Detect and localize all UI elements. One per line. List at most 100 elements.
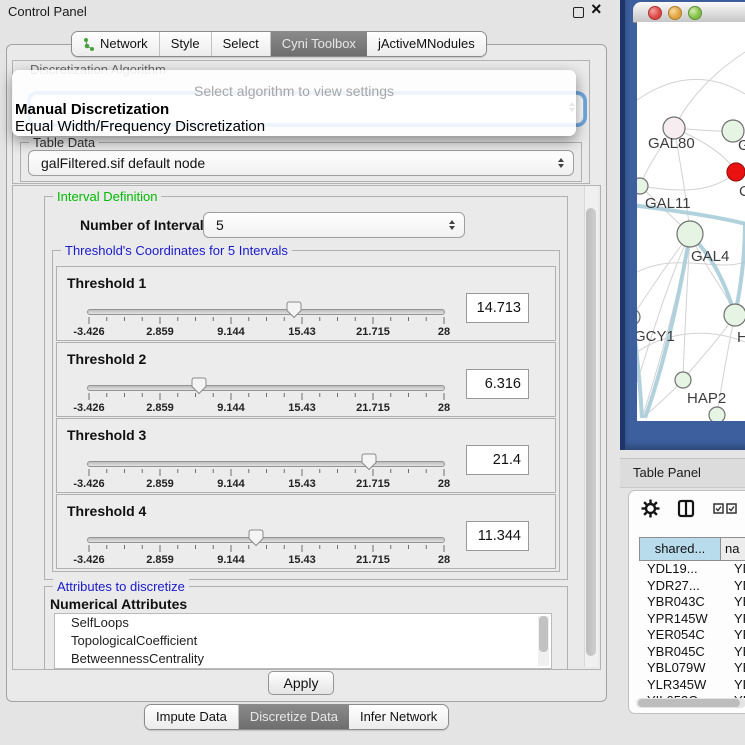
node-red-selected[interactable] bbox=[727, 163, 745, 181]
close-traffic-light[interactable] bbox=[648, 6, 662, 20]
network-view-window[interactable]: GAL80 GA GAL11 GAL4 GCY1 H HAP2 C bbox=[620, 0, 745, 450]
column-header-shared-name[interactable]: shared... bbox=[639, 537, 721, 561]
table-row[interactable]: YBR043CYBR0 bbox=[639, 594, 745, 611]
network-graph bbox=[637, 22, 745, 421]
table-cell: YER0 bbox=[734, 627, 745, 644]
threshold-1-value-field[interactable]: 14.713 bbox=[466, 293, 529, 323]
slider-ticks bbox=[87, 545, 445, 553]
table-row[interactable]: YDL19...YDL1 bbox=[639, 561, 745, 578]
slider-track[interactable] bbox=[87, 537, 445, 543]
checkbox-checked-icon[interactable] bbox=[726, 503, 737, 514]
scale-label: -3.426 bbox=[73, 554, 104, 566]
network-window-titlebar[interactable] bbox=[633, 2, 745, 23]
table-panel-title: Table Panel bbox=[633, 465, 701, 480]
table-row[interactable]: YER054CYER0 bbox=[639, 627, 745, 644]
tab-jactivemnodules[interactable]: jActiveMNodules bbox=[367, 32, 486, 56]
tab-network[interactable]: Network bbox=[72, 32, 160, 56]
table-row[interactable]: YDR27... YDR2 bbox=[639, 578, 745, 595]
threshold-4-slider[interactable]: -3.426 2.859 9.144 15.43 21.715 28 bbox=[87, 533, 445, 567]
dropdown-option-equal-width-frequency[interactable]: Equal Width/Frequency Discretization bbox=[12, 118, 576, 135]
horizontal-scrollbar-track[interactable] bbox=[636, 698, 745, 708]
tab-discretize-data[interactable]: Discretize Data bbox=[239, 705, 349, 729]
scale-label: -3.426 bbox=[73, 478, 104, 490]
slider-scale: -3.426 2.859 9.144 15.43 21.715 28 bbox=[87, 326, 445, 338]
list-item[interactable]: SelfLoops bbox=[55, 614, 551, 632]
slider-track[interactable] bbox=[87, 461, 445, 467]
node-label-h: H bbox=[737, 329, 745, 346]
threshold-1-panel: Threshold 1 -3.426 2.859 9.144 15.43 21.… bbox=[56, 266, 556, 341]
vertical-scrollbar-thumb[interactable] bbox=[586, 208, 596, 656]
list-item[interactable]: BetweennessCentrality bbox=[55, 650, 551, 668]
slider-thumb[interactable] bbox=[361, 453, 377, 471]
threshold-2-value-field[interactable]: 6.316 bbox=[466, 369, 529, 399]
table-cell: YDR2 bbox=[734, 578, 745, 595]
table-data-combobox[interactable]: galFiltered.sif default node bbox=[28, 150, 574, 176]
list-scrollbar-thumb[interactable] bbox=[539, 616, 548, 652]
slider-thumb[interactable] bbox=[191, 377, 207, 395]
node-gal11[interactable] bbox=[637, 178, 648, 194]
close-icon[interactable]: × bbox=[591, 0, 602, 21]
zoom-traffic-light[interactable] bbox=[688, 6, 702, 20]
minimize-traffic-light[interactable] bbox=[668, 6, 682, 20]
gear-icon[interactable] bbox=[641, 499, 660, 518]
slider-track[interactable] bbox=[87, 385, 445, 391]
tab-select[interactable]: Select bbox=[212, 32, 271, 56]
node-hap2[interactable] bbox=[675, 372, 691, 388]
list-item[interactable]: TopologicalCoefficient bbox=[55, 632, 551, 650]
dropdown-option-manual-discretization[interactable]: Manual Discretization bbox=[12, 101, 576, 118]
threshold-3-value-field[interactable]: 21.4 bbox=[466, 445, 529, 475]
network-graph-icon bbox=[83, 37, 95, 51]
number-of-intervals-combobox[interactable]: 5 bbox=[203, 212, 465, 238]
scale-label: 15.43 bbox=[288, 478, 316, 490]
table-row[interactable]: YBR045C YBR0 bbox=[639, 644, 745, 661]
node-label-c: C bbox=[739, 183, 745, 200]
tab-style[interactable]: Style bbox=[160, 32, 212, 56]
apply-button[interactable]: Apply bbox=[268, 671, 334, 695]
split-columns-icon[interactable] bbox=[677, 499, 695, 518]
tab-infer-network[interactable]: Infer Network bbox=[349, 705, 448, 729]
tab-cyni-toolbox[interactable]: Cyni Toolbox bbox=[271, 32, 367, 56]
threshold-4-value-field[interactable]: 11.344 bbox=[466, 521, 529, 551]
table-cell: YBR0 bbox=[734, 644, 745, 661]
threshold-3-slider[interactable]: -3.426 2.859 9.144 15.43 21.715 28 bbox=[87, 457, 445, 491]
scale-label: 15.43 bbox=[288, 554, 316, 566]
scale-label: 15.43 bbox=[288, 402, 316, 414]
node-bottom[interactable] bbox=[709, 407, 725, 421]
node-h[interactable] bbox=[724, 304, 745, 326]
threshold-2-label: Threshold 2 bbox=[67, 351, 146, 367]
node-gcy1[interactable] bbox=[637, 309, 640, 325]
threshold-1-label: Threshold 1 bbox=[67, 275, 146, 291]
node-gal4[interactable] bbox=[677, 221, 703, 247]
table-cell: YBR045C bbox=[647, 644, 705, 661]
spinner-arrows-icon bbox=[449, 220, 455, 230]
table-cell: YDR27... bbox=[647, 578, 700, 595]
slider-thumb[interactable] bbox=[248, 529, 264, 547]
dropdown-prompt-item[interactable]: Select algorithm to view settings bbox=[12, 83, 576, 99]
table-row[interactable]: YBL079WYBL0 bbox=[639, 660, 745, 677]
table-panel-titlebar: Table Panel bbox=[620, 458, 745, 488]
column-header-name[interactable]: na bbox=[720, 537, 745, 561]
threshold-2-slider[interactable]: -3.426 2.859 9.144 15.43 21.715 28 bbox=[87, 381, 445, 415]
scale-label: 21.715 bbox=[356, 554, 390, 566]
table-row[interactable]: YPR145WYPR1 bbox=[639, 611, 745, 628]
scale-label: 15.43 bbox=[288, 326, 316, 338]
tab-label: jActiveMNodules bbox=[378, 32, 475, 56]
checkbox-checked-icon[interactable] bbox=[713, 503, 724, 514]
scale-label: 9.144 bbox=[217, 402, 245, 414]
slider-track[interactable] bbox=[87, 309, 445, 315]
table-row[interactable]: YLR345WYLR3 bbox=[639, 677, 745, 694]
node-label-gal11: GAL11 bbox=[645, 195, 691, 212]
node-table: YDL19...YDL1 YDR27... YDR2 YBR043CYBR0 YP… bbox=[639, 561, 745, 698]
horizontal-scrollbar-thumb[interactable] bbox=[638, 699, 740, 707]
tab-impute-data[interactable]: Impute Data bbox=[145, 705, 239, 729]
threshold-1-slider[interactable]: -3.426 2.859 9.144 15.43 21.715 28 bbox=[87, 305, 445, 339]
slider-thumb[interactable] bbox=[286, 301, 302, 319]
thresholds-group-title: Threshold's Coordinates for 5 Intervals bbox=[61, 243, 292, 258]
network-canvas[interactable]: GAL80 GA GAL11 GAL4 GCY1 H HAP2 C bbox=[637, 22, 745, 421]
edge bbox=[683, 315, 735, 380]
float-window-icon[interactable] bbox=[573, 7, 584, 18]
number-of-intervals-label: Number of Intervals bbox=[80, 217, 211, 233]
numerical-attributes-list[interactable]: SelfLoops TopologicalCoefficient Between… bbox=[54, 613, 552, 669]
tab-label: Discretize Data bbox=[250, 705, 338, 729]
slider-scale: -3.426 2.859 9.144 15.43 21.715 28 bbox=[87, 478, 445, 490]
